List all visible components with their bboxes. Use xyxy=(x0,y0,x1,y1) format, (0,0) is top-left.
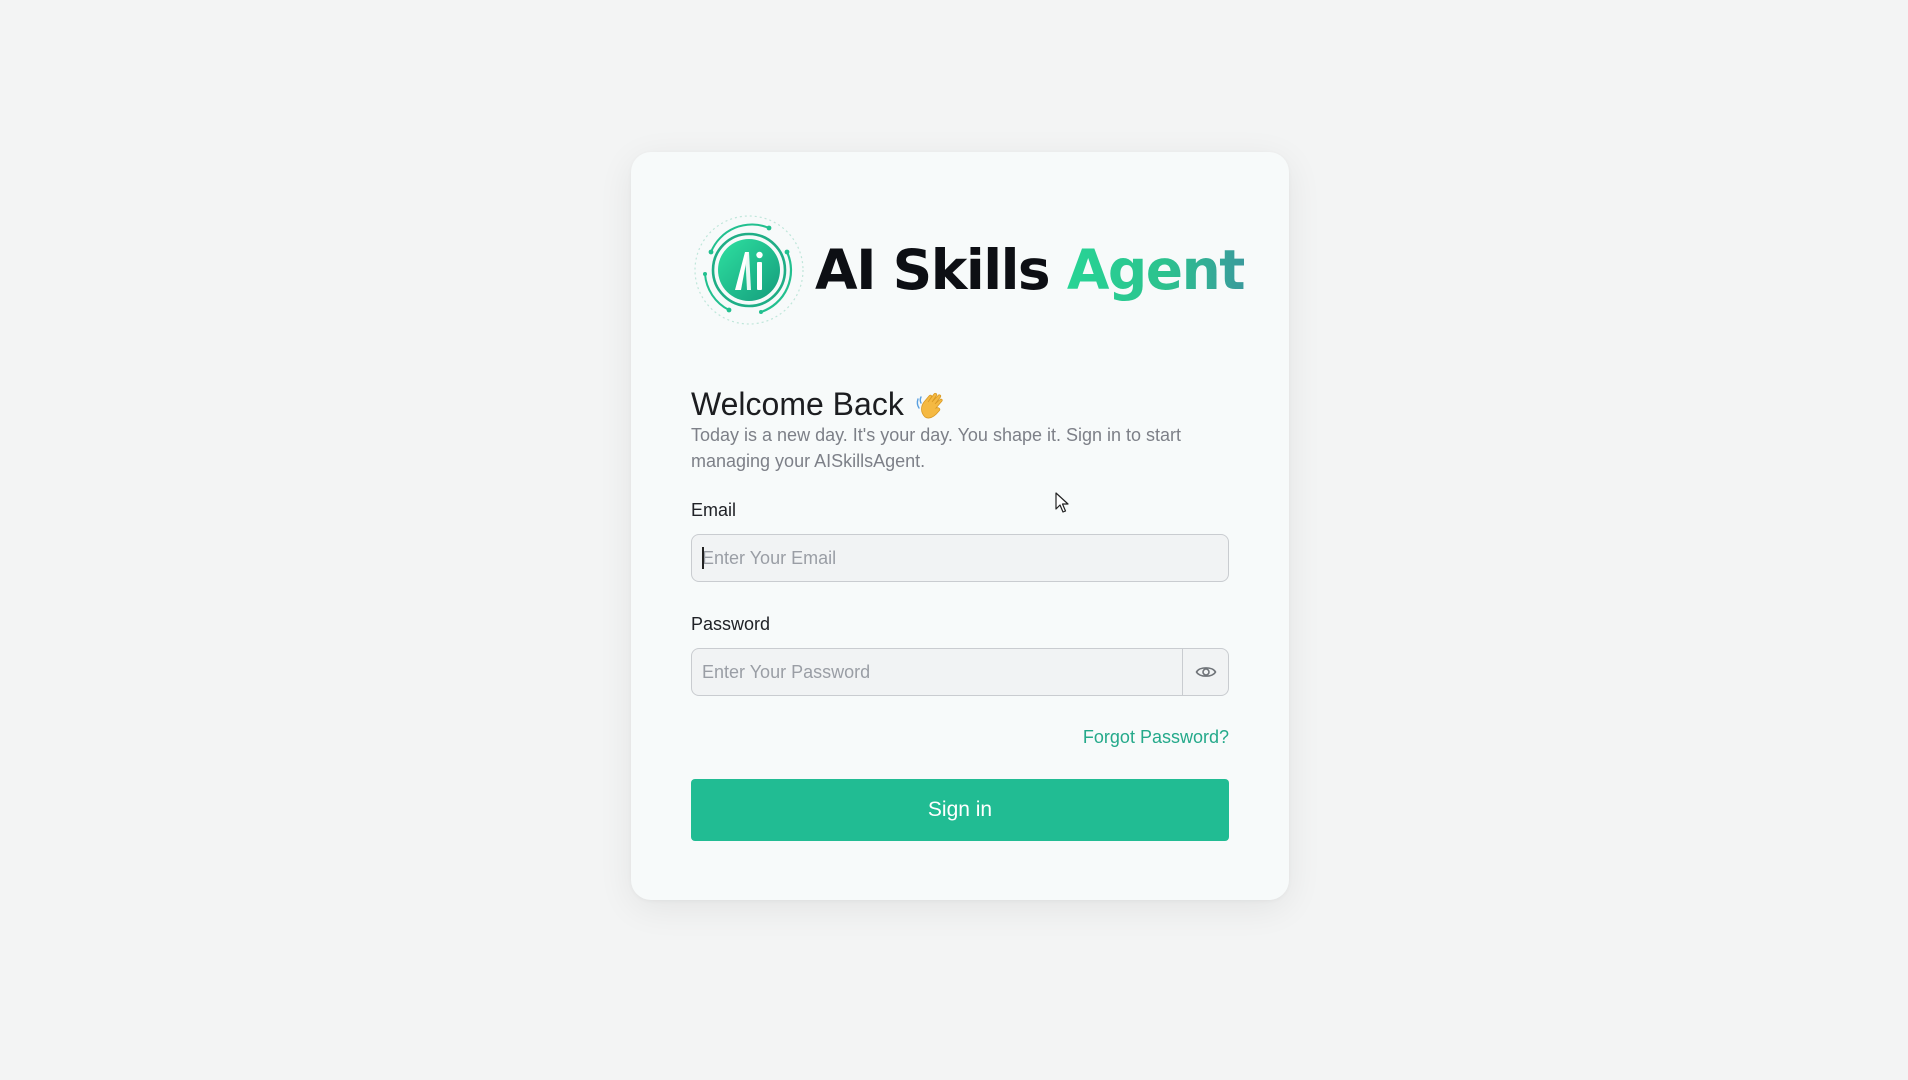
brand-logo-mark xyxy=(694,215,804,325)
welcome-heading: Welcome Back xyxy=(691,386,904,422)
page-title: Welcome Back xyxy=(691,386,950,423)
text-caret xyxy=(702,547,704,569)
toggle-password-visibility-button[interactable] xyxy=(1182,649,1228,695)
welcome-subtitle: Today is a new day. It's your day. You s… xyxy=(691,425,1182,471)
mouse-pointer-icon xyxy=(1055,492,1069,513)
login-card: AI Skills Agent Welcome Back Today is a … xyxy=(631,152,1289,900)
forgot-password-link[interactable]: Forgot Password? xyxy=(1083,727,1229,748)
brand-name-part1: AI Skills xyxy=(815,237,1051,302)
password-field[interactable] xyxy=(692,649,1182,695)
email-field[interactable] xyxy=(692,535,1228,581)
password-label: Password xyxy=(691,614,771,634)
sign-in-button[interactable]: Sign in xyxy=(691,779,1229,841)
brand-name-part2: Agent xyxy=(1066,237,1246,302)
waving-hand-icon xyxy=(916,392,943,418)
brand-name: AI Skills Agent xyxy=(815,242,1246,298)
email-field-wrapper xyxy=(691,534,1229,582)
password-field-wrapper xyxy=(691,648,1229,696)
eye-icon xyxy=(1195,667,1216,677)
brand-logo: AI Skills Agent xyxy=(691,210,1246,330)
email-label: Email xyxy=(691,500,737,520)
